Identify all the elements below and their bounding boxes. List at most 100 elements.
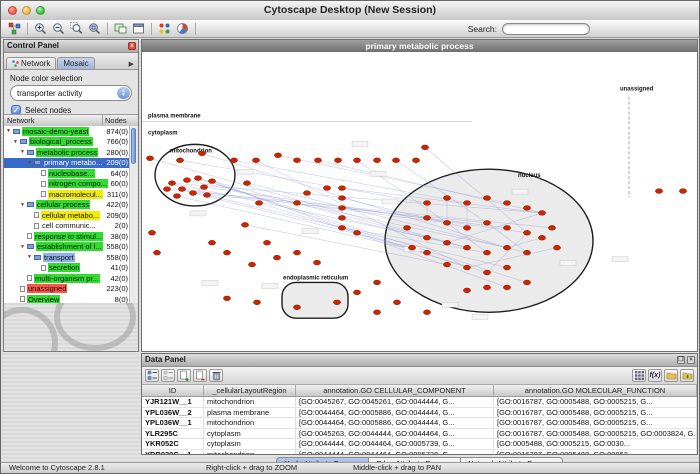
network-node[interactable] bbox=[423, 310, 430, 315]
network-node[interactable] bbox=[523, 280, 530, 285]
network-node[interactable] bbox=[153, 250, 160, 255]
tab-overflow-arrow-icon[interactable]: ▶ bbox=[129, 60, 137, 69]
network-node[interactable] bbox=[463, 245, 470, 250]
network-node[interactable] bbox=[148, 230, 155, 235]
network-node[interactable] bbox=[173, 194, 180, 199]
network-node[interactable] bbox=[421, 145, 428, 150]
column-header[interactable]: ID bbox=[142, 385, 204, 396]
tree-column-nodes[interactable]: Nodes bbox=[103, 115, 138, 126]
network-node[interactable] bbox=[241, 222, 248, 227]
network-node[interactable] bbox=[423, 235, 430, 240]
network-node[interactable] bbox=[443, 262, 450, 267]
network-node[interactable] bbox=[503, 265, 510, 270]
network-node[interactable] bbox=[230, 158, 237, 163]
close-window-button[interactable] bbox=[8, 6, 17, 15]
network-node[interactable] bbox=[353, 230, 360, 235]
network-node[interactable] bbox=[443, 196, 450, 201]
network-node[interactable] bbox=[392, 158, 399, 163]
network-node[interactable] bbox=[655, 189, 662, 194]
network-node[interactable] bbox=[463, 201, 470, 206]
network-node[interactable] bbox=[263, 240, 270, 245]
matrix-view-icon[interactable] bbox=[632, 369, 646, 382]
network-node[interactable] bbox=[252, 158, 259, 163]
network-node[interactable] bbox=[314, 158, 321, 163]
network-node[interactable] bbox=[313, 260, 320, 265]
network-node[interactable] bbox=[334, 158, 341, 163]
tree-row-transport[interactable]: ▼transport558(0) bbox=[4, 252, 130, 263]
network-node[interactable] bbox=[293, 305, 300, 310]
annotation-palette-icon[interactable] bbox=[156, 21, 173, 36]
tree-row-biological-process[interactable]: ▼biological_process766(0) bbox=[4, 137, 130, 148]
column-header[interactable]: annotation.GO MOLECULAR_FUNCTION bbox=[494, 385, 697, 396]
scrollbar-thumb[interactable] bbox=[131, 128, 136, 164]
zoom-out-icon[interactable] bbox=[50, 21, 67, 36]
network-node[interactable] bbox=[423, 216, 430, 221]
network-node[interactable] bbox=[403, 225, 410, 230]
network-node[interactable] bbox=[293, 158, 300, 163]
network-node[interactable] bbox=[408, 245, 415, 250]
network-node[interactable] bbox=[168, 181, 175, 186]
minimize-window-button[interactable] bbox=[22, 6, 31, 15]
network-node[interactable] bbox=[483, 270, 490, 275]
network-edge[interactable] bbox=[180, 160, 427, 203]
tree-row-response-to-stimul[interactable]: response to stimul...38(0) bbox=[4, 231, 130, 242]
network-node[interactable] bbox=[223, 250, 230, 255]
close-panel-icon[interactable]: × bbox=[687, 356, 695, 364]
vizmapper-icon[interactable] bbox=[174, 21, 191, 36]
network-node[interactable] bbox=[538, 235, 545, 240]
network-node[interactable] bbox=[679, 189, 686, 194]
network-node[interactable] bbox=[243, 181, 250, 186]
network-node[interactable] bbox=[253, 300, 260, 305]
network-node[interactable] bbox=[200, 185, 207, 190]
network-node[interactable] bbox=[338, 225, 345, 230]
network-node[interactable] bbox=[255, 201, 262, 206]
search-input[interactable] bbox=[502, 23, 590, 35]
table-row[interactable]: YJR121W__1mitochondrion[GO:0045267, GO:0… bbox=[142, 397, 697, 408]
network-node[interactable] bbox=[293, 201, 300, 206]
network-node[interactable] bbox=[393, 300, 400, 305]
network-node[interactable] bbox=[338, 196, 345, 201]
tree-row-cellular-process[interactable]: ▼cellular process422(0) bbox=[4, 200, 130, 211]
tree-column-network[interactable]: Network bbox=[4, 115, 103, 126]
network-node[interactable] bbox=[208, 179, 215, 184]
network-node[interactable] bbox=[338, 216, 345, 221]
tree-row-primary-metabo[interactable]: ▼primary metabo...209(0) bbox=[4, 158, 130, 169]
expand-arrow-icon[interactable]: ▼ bbox=[20, 202, 27, 208]
network-node[interactable] bbox=[463, 288, 470, 293]
window-titlebar[interactable]: Cytoscape Desktop (New Session) bbox=[1, 1, 699, 21]
table-row[interactable]: YPL036W__1mitochondrion[GO:0044464, GO:0… bbox=[142, 418, 697, 429]
expand-arrow-icon[interactable]: ▼ bbox=[20, 149, 27, 155]
network-node[interactable] bbox=[373, 158, 380, 163]
network-node[interactable] bbox=[353, 290, 360, 295]
import-attributes-icon[interactable] bbox=[664, 369, 678, 382]
export-attributes-icon[interactable] bbox=[680, 369, 694, 382]
formula-builder-icon[interactable]: f(x) bbox=[648, 369, 662, 382]
zoom-window-button[interactable] bbox=[36, 6, 45, 15]
network-node[interactable] bbox=[373, 280, 380, 285]
overview-window-icon[interactable] bbox=[112, 21, 129, 36]
tree-row-metabolic-process[interactable]: ▼metabolic process280(0) bbox=[4, 147, 130, 158]
table-row[interactable]: YKR052Ccytoplasm[GO:0044444, GO:0044464,… bbox=[142, 439, 697, 450]
network-node[interactable] bbox=[189, 191, 196, 196]
detach-view-icon[interactable] bbox=[130, 21, 147, 36]
network-node[interactable] bbox=[274, 153, 281, 158]
network-node[interactable] bbox=[423, 201, 430, 206]
network-node[interactable] bbox=[483, 250, 490, 255]
expand-arrow-icon[interactable]: ▼ bbox=[13, 139, 20, 145]
network-node[interactable] bbox=[338, 206, 345, 211]
network-node[interactable] bbox=[248, 262, 255, 267]
tab-network[interactable]: Network bbox=[6, 57, 56, 69]
network-node[interactable] bbox=[178, 187, 185, 192]
network-node[interactable] bbox=[503, 201, 510, 206]
network-node[interactable] bbox=[523, 230, 530, 235]
table-row[interactable]: YPL036W__2plasma membrane[GO:0044464, GO… bbox=[142, 408, 697, 419]
tree-row-establishment-of-l[interactable]: ▼establishment of l...558(0) bbox=[4, 242, 130, 253]
delete-attribute-icon[interactable] bbox=[193, 369, 207, 382]
tree-row-macromolecul[interactable]: macromolecul...311(0) bbox=[4, 189, 130, 200]
tree-row-cellular-metabo[interactable]: cellular metabo...209(0) bbox=[4, 210, 130, 221]
column-header[interactable]: _cellularLayoutRegion bbox=[204, 385, 296, 396]
expand-arrow-icon[interactable]: ▼ bbox=[27, 160, 34, 166]
network-node[interactable] bbox=[553, 245, 560, 250]
unselect-attributes-icon[interactable] bbox=[161, 369, 175, 382]
network-node[interactable] bbox=[463, 225, 470, 230]
